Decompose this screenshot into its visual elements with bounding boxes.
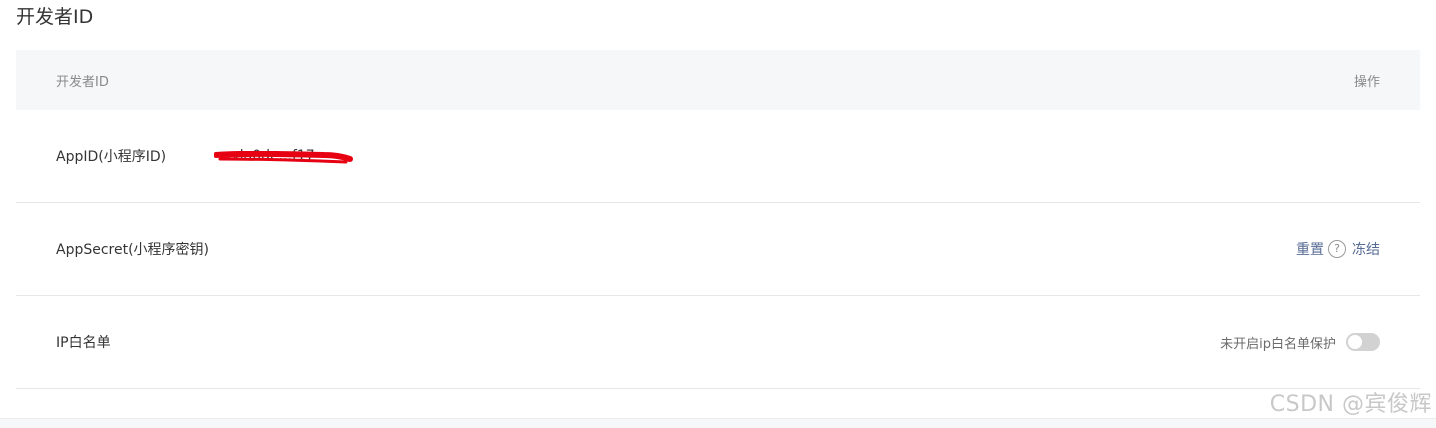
freeze-link[interactable]: 冻结 xyxy=(1352,239,1380,259)
watermark: CSDN @宾俊辉 xyxy=(1269,392,1432,417)
appid-cell: AppID(小程序ID) wxla0de...f17 xyxy=(56,146,353,166)
toggle-knob xyxy=(1348,335,1362,349)
developer-id-page: 开发者ID 开发者ID 操作 AppID(小程序ID) wxla0de...f1… xyxy=(0,0,1436,428)
ip-whitelist-status: 未开启ip白名单保护 xyxy=(1220,336,1336,352)
header-name: 开发者ID xyxy=(56,74,109,90)
ip-whitelist-toggle[interactable] xyxy=(1346,333,1380,351)
appid-value-wrap: wxla0de...f17 xyxy=(214,148,353,164)
table-row-ip-whitelist: IP白名单 未开启ip白名单保护 xyxy=(16,296,1420,389)
table-header: 开发者ID 操作 xyxy=(16,50,1420,110)
appid-label: AppID(小程序ID) xyxy=(56,149,167,165)
appsecret-ops: 重置 ? 冻结 xyxy=(1296,239,1380,259)
reset-link[interactable]: 重置 xyxy=(1296,239,1324,259)
ip-whitelist-ops: 未开启ip白名单保护 xyxy=(1220,333,1380,352)
question-circle-icon[interactable]: ? xyxy=(1328,240,1346,258)
table-row-appid: AppID(小程序ID) wxla0de...f17 xyxy=(16,110,1420,203)
appsecret-label: AppSecret(小程序密钥) xyxy=(56,242,210,258)
developer-id-table: 开发者ID 操作 AppID(小程序ID) wxla0de...f17 AppS… xyxy=(16,50,1420,389)
header-ops: 操作 xyxy=(1353,74,1380,90)
page-title: 开发者ID xyxy=(16,6,94,28)
ip-whitelist-label: IP白名单 xyxy=(56,335,111,351)
redaction-scribble xyxy=(214,151,353,164)
table-row-appsecret: AppSecret(小程序密钥) 重置 ? 冻结 xyxy=(16,203,1420,296)
bottom-bar xyxy=(0,418,1436,428)
